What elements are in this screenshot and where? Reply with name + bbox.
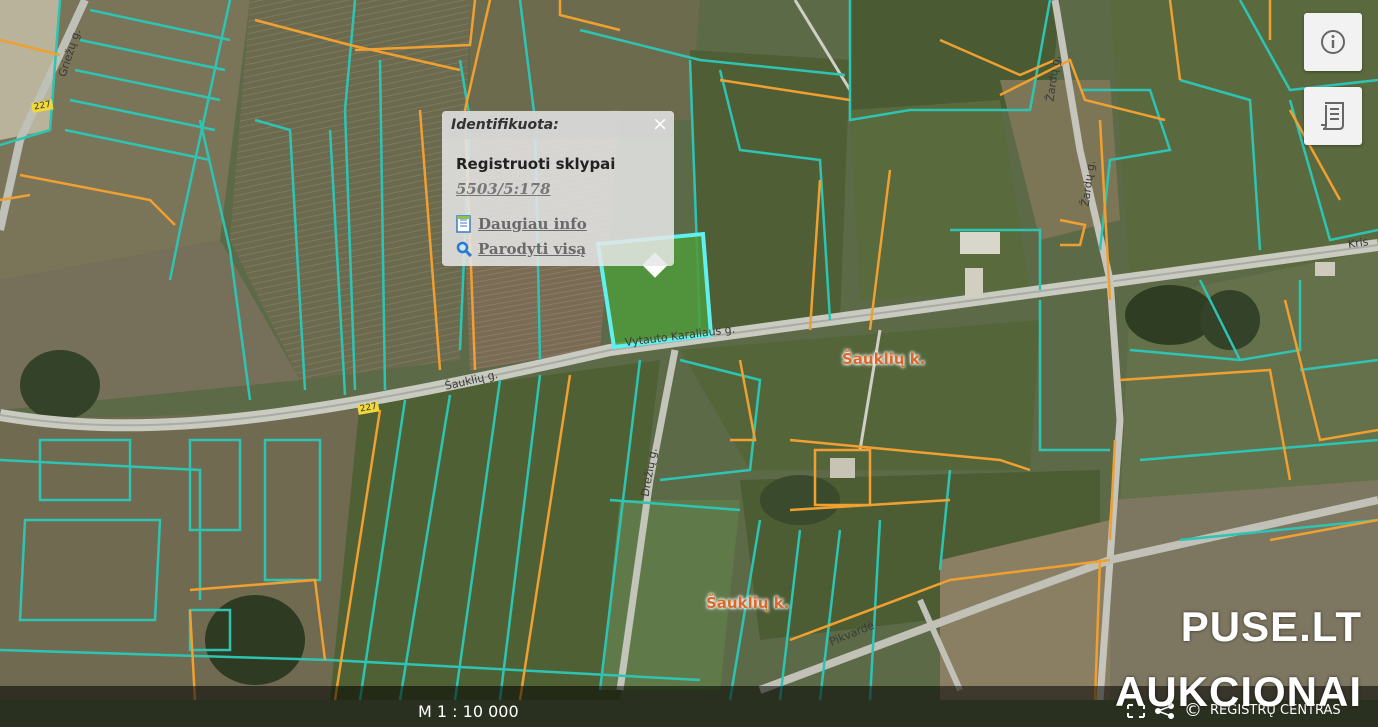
popup-heading: Registruoti sklypai bbox=[456, 155, 616, 173]
watermark-line-2: AUKCIONAI bbox=[1115, 668, 1362, 715]
document-info-icon bbox=[456, 215, 471, 233]
locality-label-upper: Šauklių k. bbox=[842, 350, 926, 368]
legend-button[interactable] bbox=[1304, 87, 1362, 145]
map-canvas[interactable]: Šauklių k. Šauklių k. Vytauto Karaliaus … bbox=[0, 0, 1378, 727]
more-info-label: Daugiau info bbox=[478, 215, 587, 233]
show-all-link[interactable]: Parodyti visą bbox=[456, 240, 586, 258]
show-all-label: Parodyti visą bbox=[478, 240, 587, 258]
magnifier-icon bbox=[456, 241, 472, 257]
watermark-line-1: PUSE.LT bbox=[1180, 603, 1362, 650]
info-icon bbox=[1321, 30, 1345, 54]
parcel-id-link[interactable]: 5503/5:178 bbox=[456, 180, 551, 198]
close-icon[interactable]: × bbox=[652, 113, 668, 135]
map-scale: M 1 : 10 000 bbox=[418, 702, 519, 721]
info-button[interactable] bbox=[1304, 13, 1362, 71]
document-icon bbox=[1321, 102, 1344, 130]
popup-title: Identifikuota: bbox=[451, 117, 559, 133]
identify-popup: Identifikuota: × Registruoti sklypai 550… bbox=[442, 111, 674, 266]
locality-label-lower: Šauklių k. bbox=[706, 594, 790, 612]
aerial-map-layer bbox=[0, 0, 1378, 727]
more-info-link[interactable]: Daugiau info bbox=[456, 215, 587, 233]
